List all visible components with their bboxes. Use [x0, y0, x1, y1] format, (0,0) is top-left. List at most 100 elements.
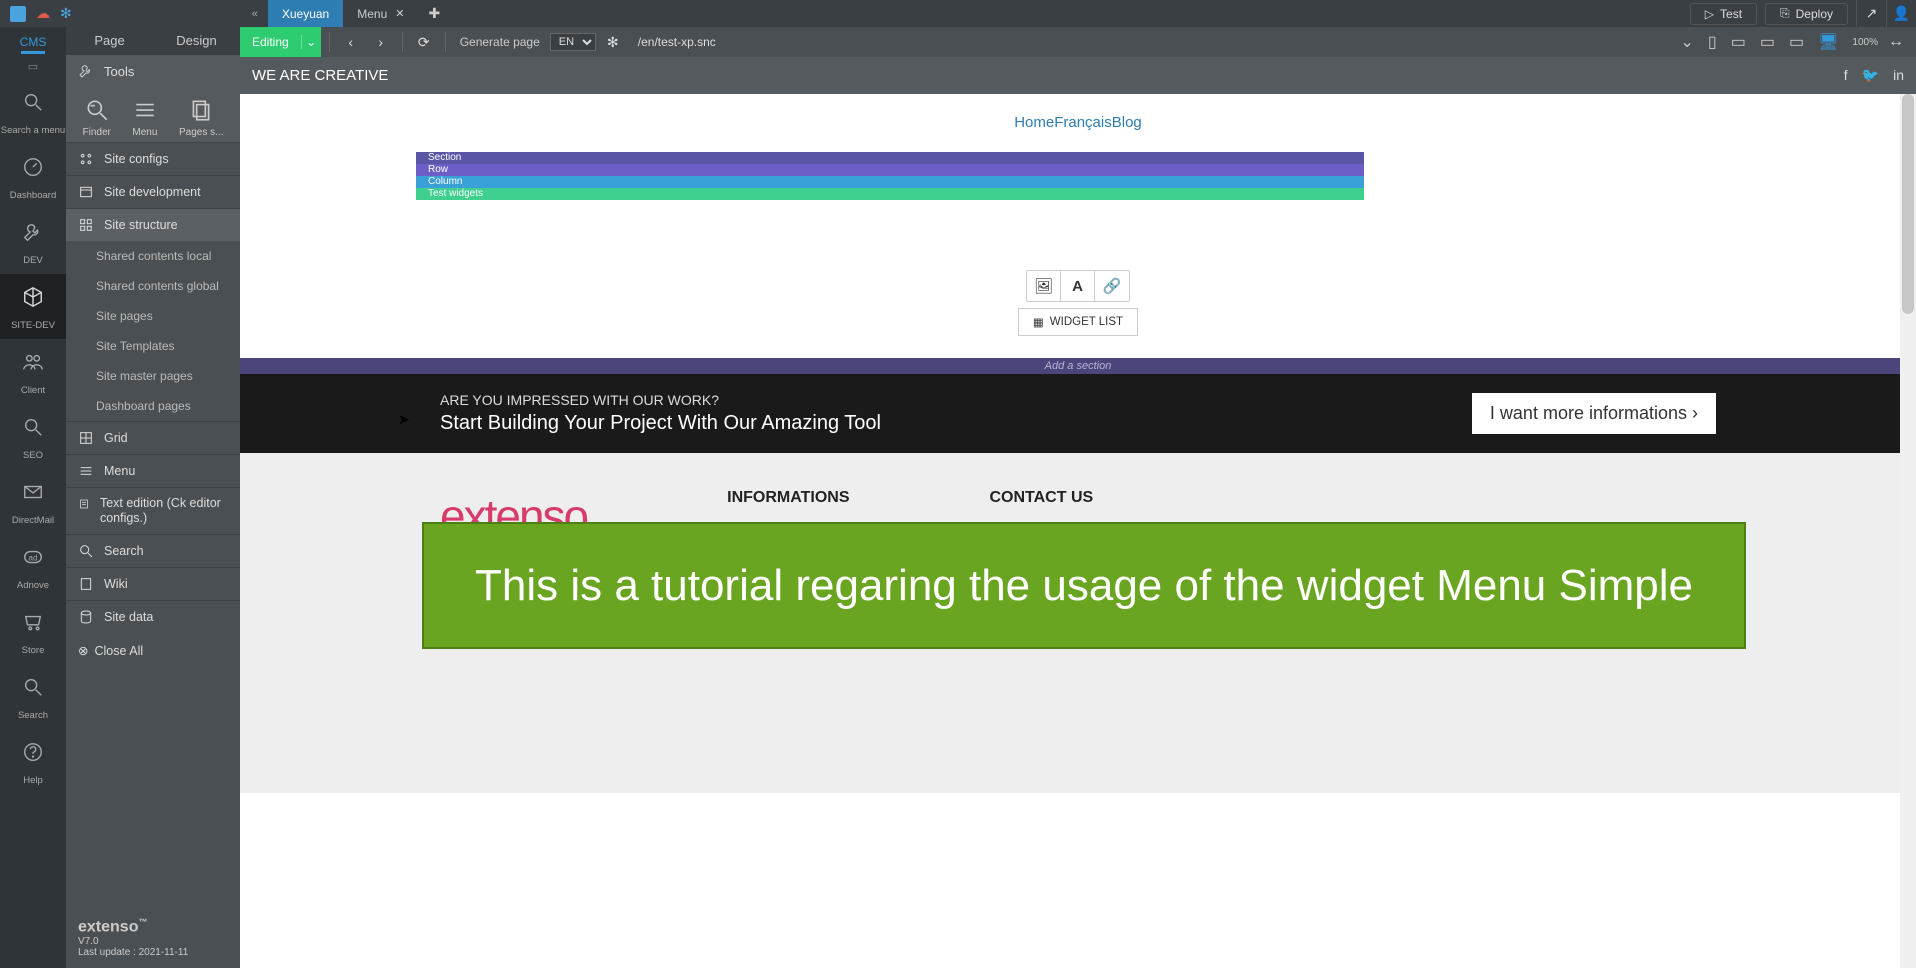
sidebar-item-label: DirectMail [12, 515, 54, 526]
widget-image-button[interactable]: 🖼 [1027, 271, 1061, 301]
tree-dashboard-pages[interactable]: Dashboard pages [66, 391, 240, 421]
device-desktop-icon[interactable]: 🖥 [1814, 32, 1842, 52]
separator [402, 32, 403, 52]
sidebar-item-dashboard[interactable]: Dashboard [0, 144, 66, 209]
nav-fr-link[interactable]: Français [1054, 114, 1112, 131]
preview-nav: HomeFrançaisBlog [240, 94, 1916, 152]
tree-label: Text edition (Ck editor configs.) [100, 496, 228, 526]
add-section-button[interactable]: Add a section [240, 358, 1916, 374]
footer-contact-heading: CONTACT US [989, 489, 1093, 507]
mail-icon [22, 481, 44, 509]
tree-search[interactable]: Search [66, 534, 240, 567]
generate-page-button[interactable]: Generate page [454, 35, 546, 49]
ad-icon: ad [22, 546, 44, 574]
sidebar-item-search-menu[interactable]: Search a menu [0, 79, 66, 144]
band-column[interactable]: Column [416, 176, 1364, 188]
chevron-down-icon[interactable]: ⌄ [301, 35, 321, 49]
tab-menu[interactable]: Menu ✕ [343, 0, 418, 27]
deploy-button[interactable]: ⎘ Deploy [1765, 3, 1848, 25]
expand-icon[interactable]: ↔ [1884, 33, 1908, 51]
reload-button[interactable]: ⟳ [411, 29, 437, 55]
sidebar-item-store[interactable]: Store [0, 599, 66, 664]
cloud-icon[interactable]: ☁ [36, 5, 50, 22]
nav-blog-link[interactable]: Blog [1112, 114, 1142, 131]
tree-menu[interactable]: Menu [66, 454, 240, 487]
band-widgets[interactable]: Test widgets [416, 188, 1364, 200]
sidebar-item-help[interactable]: Help [0, 729, 66, 794]
tree-label: Site master pages [96, 369, 193, 383]
tool-label: Pages s... [179, 127, 223, 138]
device-mobile-icon[interactable]: ▯ [1704, 32, 1721, 52]
tree-site-pages[interactable]: Site pages [66, 301, 240, 331]
tree-site-structure[interactable]: Site structure [66, 208, 240, 241]
app-logo-icon[interactable] [10, 6, 26, 22]
new-tab-button[interactable]: ✚ [418, 5, 450, 22]
facebook-icon[interactable]: f [1844, 67, 1848, 84]
tool-label: Finder [83, 127, 111, 138]
tool-finder[interactable]: Finder [83, 97, 111, 138]
nav-forward-button[interactable]: › [368, 29, 394, 55]
device-laptop-icon[interactable]: ▭ [1785, 32, 1808, 52]
scrollbar-thumb[interactable] [1902, 94, 1914, 314]
tree-label: Site Templates [96, 339, 175, 353]
tree-text-edition[interactable]: Text edition (Ck editor configs.) [66, 487, 240, 534]
sidebar-item-site-dev[interactable]: SITE-DEV [0, 274, 66, 339]
widget-link-button[interactable]: 🔗 [1095, 271, 1129, 301]
gear-icon[interactable]: ✻ [60, 5, 72, 22]
tool-menu[interactable]: Menu [132, 97, 158, 138]
widget-type-row: 🖼 A 🔗 [1026, 270, 1130, 302]
cta-info-button[interactable]: I want more informations › [1472, 393, 1716, 434]
gauge-icon [22, 156, 44, 184]
tree-label: Dashboard pages [96, 399, 191, 413]
sidebar-item-adnove[interactable]: ad Adnove [0, 534, 66, 599]
tree-site-development[interactable]: Site development [66, 175, 240, 208]
sidebar-item-seo[interactable]: SEO [0, 404, 66, 469]
layout-bands: Section Row Column Test widgets [416, 152, 1364, 200]
tree-label: Shared contents global [96, 279, 219, 293]
tree-wiki[interactable]: Wiki [66, 567, 240, 600]
sidebar-item-dev[interactable]: DEV [0, 209, 66, 274]
tree-master-pages[interactable]: Site master pages [66, 361, 240, 391]
band-row[interactable]: Row [416, 164, 1364, 176]
band-section[interactable]: Section [416, 152, 1364, 164]
tool-pages[interactable]: Pages s... [179, 97, 223, 138]
tree-site-templates[interactable]: Site Templates [66, 331, 240, 361]
close-icon[interactable]: ✕ [395, 7, 404, 20]
tree-grid[interactable]: Grid [66, 421, 240, 454]
mode-tab-page[interactable]: Page [66, 27, 153, 55]
zoom-level[interactable]: 100% [1848, 37, 1878, 48]
widget-text-button[interactable]: A [1061, 271, 1095, 301]
collapse-left-icon[interactable]: « [242, 8, 268, 20]
nav-back-button[interactable]: ‹ [338, 29, 364, 55]
tree-shared-global[interactable]: Shared contents global [66, 271, 240, 301]
deploy-icon: ⎘ [1780, 6, 1790, 21]
test-button[interactable]: ▷ Test [1690, 3, 1757, 25]
brand-version: V7.0 [78, 936, 228, 947]
linkedin-icon[interactable]: in [1893, 67, 1904, 84]
url-display: /en/test-xp.snc [630, 35, 716, 49]
tree-site-data[interactable]: Site data [66, 600, 240, 633]
nav-home-link[interactable]: Home [1014, 114, 1054, 131]
sidebar-item-directmail[interactable]: DirectMail [0, 469, 66, 534]
chevron-down-icon[interactable]: ⌄ [1677, 32, 1698, 52]
settings-icon[interactable]: ✻ [600, 29, 626, 55]
sidebar-item-label: SITE-DEV [11, 320, 55, 331]
tree-shared-local[interactable]: Shared contents local [66, 241, 240, 271]
vertical-scrollbar[interactable] [1900, 94, 1916, 968]
popout-icon[interactable]: ↗ [1856, 0, 1886, 27]
user-icon[interactable]: 👤 [1886, 0, 1916, 27]
tree-site-configs[interactable]: Site configs [66, 142, 240, 175]
device-tablet-landscape-icon[interactable]: ▭ [1756, 32, 1779, 52]
sidebar-item-client[interactable]: Client [0, 339, 66, 404]
cms-label[interactable]: CMS [20, 27, 47, 51]
editing-mode-button[interactable]: Editing ⌄ [240, 27, 321, 57]
twitter-icon[interactable]: 🐦 [1862, 67, 1879, 84]
widget-list-button[interactable]: ▦ WIDGET LIST [1018, 308, 1138, 336]
language-select[interactable]: EN [550, 33, 596, 51]
minimize-icon[interactable]: ▭ [28, 60, 38, 73]
device-tablet-portrait-icon[interactable]: ▭ [1727, 32, 1750, 52]
sidebar-item-search[interactable]: Search [0, 664, 66, 729]
tab-xueyuan[interactable]: Xueyuan [268, 0, 343, 27]
mode-tab-design[interactable]: Design [153, 27, 240, 55]
close-all-button[interactable]: ⊗ Close All [66, 633, 240, 668]
